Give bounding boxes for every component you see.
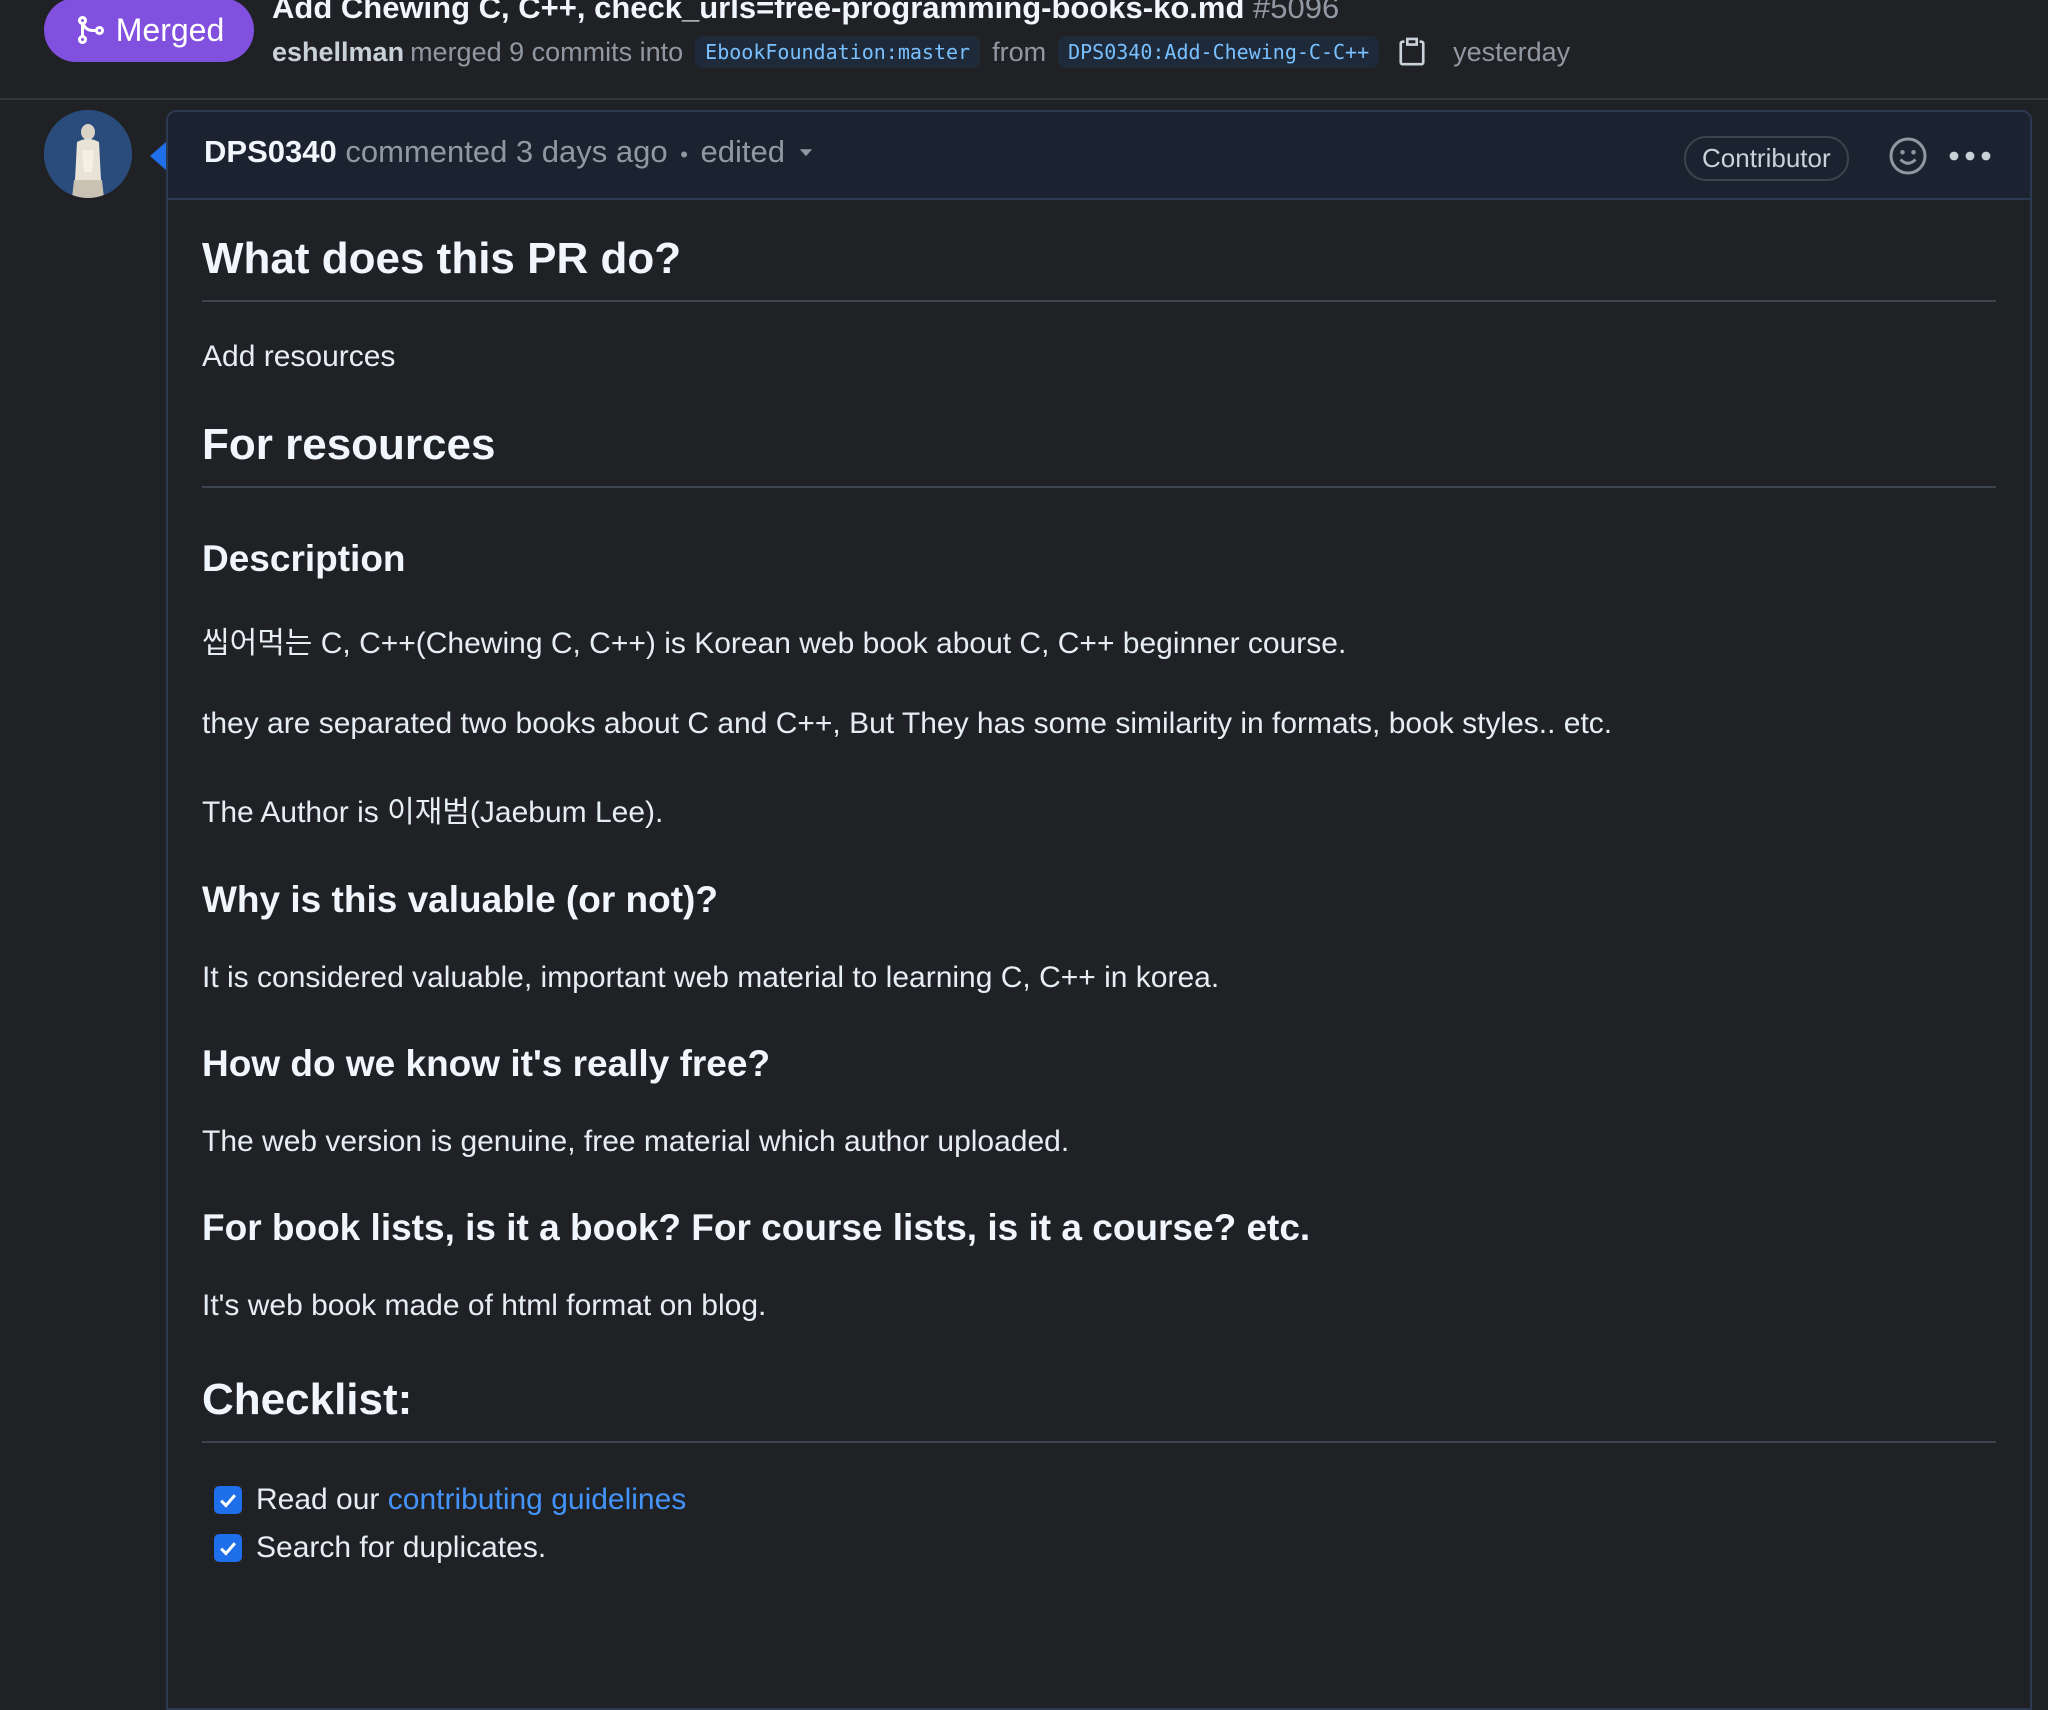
pr-number[interactable]: #5096: [1253, 0, 1339, 25]
para-what: Add resources: [202, 340, 396, 373]
check-icon: [220, 1494, 237, 1508]
para-desc-3: The Author is 이재범(Jaebum Lee).: [202, 796, 664, 829]
checklist-item: Read our contributing guidelines: [202, 1483, 1996, 1517]
heading-checklist: Checklist:: [202, 1375, 1996, 1443]
edited-dropdown[interactable]: edited: [701, 134, 817, 170]
checklist-item-label: Search for duplicates.: [256, 1531, 547, 1564]
comment-caret: [150, 142, 166, 170]
pr-header: Merged Add Chewing C, C++, check_urls=fr…: [0, 0, 2048, 100]
heading-free: How do we know it's really free?: [202, 1043, 771, 1084]
merged-label: Merged: [115, 11, 225, 48]
chevron-down-icon: [799, 149, 813, 157]
avatar[interactable]: [44, 110, 132, 198]
para-desc-2: they are separated two books about C and…: [202, 707, 1613, 740]
pr-title: Add Chewing C, C++, check_urls=free-prog…: [272, 0, 1339, 26]
contributor-badge: Contributor: [1684, 136, 1849, 181]
smiley-icon[interactable]: [1888, 136, 1928, 176]
comment-body: What does this PR do? Add resources For …: [168, 234, 2030, 1565]
merged-status-badge: Merged: [44, 0, 254, 62]
checklist-item-prefix: Read our: [256, 1483, 380, 1516]
para-book: It's web book made of html format on blo…: [202, 1289, 767, 1322]
heading-for-resources: For resources: [202, 420, 1996, 488]
comment-header: DPS0340 commented 3 days ago • edited Co…: [168, 112, 2030, 200]
merged-by-user[interactable]: eshellman: [272, 37, 404, 68]
copy-icon[interactable]: [1397, 36, 1427, 68]
statue-avatar-image: [44, 110, 132, 198]
comment-action[interactable]: commented 3 days ago: [345, 134, 667, 169]
pr-meta: eshellman merged 9 commits into EbookFou…: [272, 36, 1570, 68]
para-desc-1: 씹어먹는 C, C++(Chewing C, C++) is Korean we…: [202, 627, 1347, 660]
checklist-item-label: Read our contributing guidelines: [256, 1483, 686, 1517]
contributing-guidelines-link[interactable]: contributing guidelines: [388, 1483, 687, 1516]
para-free: The web version is genuine, free materia…: [202, 1125, 1070, 1158]
pr-title-text: Add Chewing C, C++, check_urls=free-prog…: [272, 0, 1245, 25]
heading-what: What does this PR do?: [202, 234, 1996, 302]
checkbox-checked[interactable]: [214, 1534, 242, 1562]
comment-author[interactable]: DPS0340: [204, 134, 337, 169]
heading-book: For book lists, is it a book? For course…: [202, 1207, 1311, 1248]
from-text: from: [992, 36, 1047, 67]
pr-description-comment: DPS0340 commented 3 days ago • edited Co…: [166, 110, 2032, 1710]
byline-separator: •: [680, 142, 688, 167]
heading-description: Description: [202, 538, 406, 579]
comment-byline: DPS0340 commented 3 days ago • edited: [204, 134, 817, 170]
edited-label: edited: [700, 134, 786, 169]
para-why: It is considered valuable, important web…: [202, 961, 1220, 994]
merged-time: yesterday: [1453, 36, 1571, 67]
checklist-item: Search for duplicates.: [202, 1531, 1996, 1565]
head-branch[interactable]: DPS0340:Add-Chewing-C-C++: [1058, 36, 1380, 68]
check-icon: [220, 1542, 237, 1556]
kebab-menu-icon[interactable]: [1948, 136, 1992, 176]
heading-why: Why is this valuable (or not)?: [202, 879, 718, 920]
checkbox-checked[interactable]: [214, 1486, 242, 1514]
base-branch[interactable]: EbookFoundation:master: [695, 36, 981, 68]
merged-text: merged 9 commits into: [410, 36, 684, 67]
git-merge-icon: [77, 16, 104, 44]
